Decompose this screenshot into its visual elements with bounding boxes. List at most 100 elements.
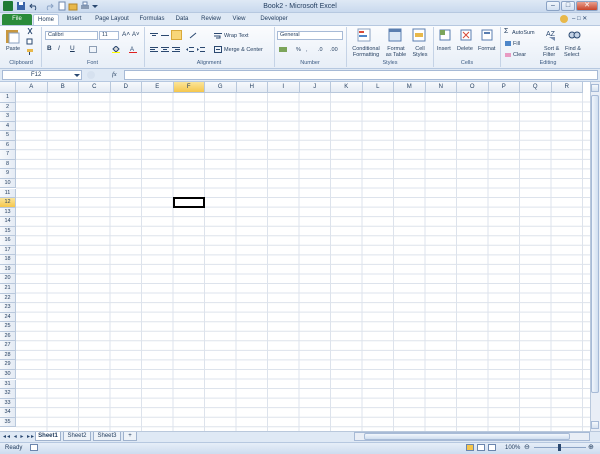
row-header-23[interactable]: 23 <box>0 303 16 313</box>
grow-font-icon[interactable]: A˄ <box>122 31 130 38</box>
name-box[interactable]: F12 <box>2 70 82 80</box>
row-header-17[interactable]: 17 <box>0 245 16 256</box>
column-header-f[interactable]: F <box>173 82 205 93</box>
tab-formulas[interactable]: Formulas <box>136 14 168 25</box>
align-top-icon[interactable] <box>150 32 158 39</box>
align-right-icon[interactable] <box>172 46 180 53</box>
normal-view-icon[interactable] <box>466 444 474 451</box>
autosum-button[interactable]: AutoSum <box>512 30 535 36</box>
format-as-table-icon[interactable] <box>388 28 402 42</box>
minimize-button[interactable]: – <box>546 1 560 11</box>
conditional-formatting-icon[interactable] <box>357 28 371 42</box>
font-family-select[interactable]: Calibri <box>45 31 98 40</box>
comma-style-icon[interactable]: , <box>306 47 308 53</box>
row-header-15[interactable]: 15 <box>0 226 16 237</box>
find-select-label-2[interactable]: Select <box>564 52 579 58</box>
row-header-12[interactable]: 12 <box>0 198 16 208</box>
row-header-28[interactable]: 28 <box>0 350 16 361</box>
sort-filter-label-2[interactable]: Filter <box>543 52 555 58</box>
row-header-21[interactable]: 21 <box>0 284 16 294</box>
autosum-icon[interactable]: Σ <box>504 28 508 35</box>
row-header-22[interactable]: 22 <box>0 293 16 304</box>
column-header-i[interactable]: I <box>268 82 300 93</box>
row-header-13[interactable]: 13 <box>0 207 16 218</box>
row-header-14[interactable]: 14 <box>0 217 16 227</box>
column-header-p[interactable]: P <box>488 82 520 93</box>
conditional-formatting-label-2[interactable]: Formatting <box>348 52 384 58</box>
worksheet-grid[interactable]: ABCDEFGHIJKLMNOPQR 1 2 3 4 5 6 7 8 9 10 11 12 13 14 15… <box>0 82 590 431</box>
row-header-16[interactable]: 16 <box>0 236 16 246</box>
row-header-31[interactable]: 31 <box>0 379 16 390</box>
decrease-indent-icon[interactable] <box>186 46 194 53</box>
formula-input[interactable] <box>124 70 598 80</box>
delete-cells-icon[interactable] <box>460 28 472 42</box>
format-as-table-label-2[interactable]: as Table <box>383 52 409 58</box>
wrap-text-button[interactable]: Wrap Text <box>224 33 249 39</box>
row-header-3[interactable]: 3 <box>0 112 16 122</box>
fill-button[interactable]: Fill <box>513 41 520 47</box>
new-file-icon[interactable] <box>57 1 67 11</box>
sort-filter-icon[interactable]: AZ <box>545 28 559 42</box>
find-select-icon[interactable] <box>567 28 581 42</box>
cell-styles-icon[interactable] <box>412 28 426 42</box>
row-header-5[interactable]: 5 <box>0 131 16 141</box>
tab-file[interactable]: File <box>2 14 32 25</box>
format-cells-icon[interactable] <box>481 28 493 42</box>
row-header-11[interactable]: 11 <box>0 188 16 199</box>
merge-center-icon[interactable] <box>214 46 222 53</box>
increase-decimal-icon[interactable]: .0 <box>318 47 323 53</box>
insert-cells-icon[interactable] <box>439 28 451 42</box>
zoom-in-icon[interactable]: ⊕ <box>588 443 594 452</box>
align-center-icon[interactable] <box>161 46 169 53</box>
tab-view[interactable]: View <box>229 14 249 25</box>
borders-icon[interactable] <box>89 46 97 53</box>
column-header-d[interactable]: D <box>110 82 142 93</box>
decrease-decimal-icon[interactable]: .00 <box>330 47 338 53</box>
excel-app-icon[interactable] <box>3 1 13 11</box>
active-cell-f12[interactable] <box>172 197 205 208</box>
help-icon[interactable] <box>560 15 568 23</box>
row-header-19[interactable]: 19 <box>0 264 16 275</box>
open-folder-icon[interactable] <box>68 1 78 11</box>
cut-icon[interactable] <box>26 28 34 35</box>
row-header-4[interactable]: 4 <box>0 121 16 132</box>
column-header-q[interactable]: Q <box>520 82 552 93</box>
font-color-icon[interactable]: A <box>129 46 137 53</box>
close-button[interactable]: ✕ <box>576 1 598 11</box>
row-header-24[interactable]: 24 <box>0 312 16 323</box>
tab-review[interactable]: Review <box>198 14 224 25</box>
row-header-25[interactable]: 25 <box>0 322 16 332</box>
customize-quick-access-icon[interactable] <box>91 1 101 11</box>
align-left-icon[interactable] <box>150 46 158 53</box>
copy-icon[interactable] <box>26 38 34 45</box>
fill-icon[interactable] <box>504 40 512 47</box>
save-icon[interactable] <box>16 1 26 11</box>
wrap-text-icon[interactable] <box>214 32 222 39</box>
print-icon[interactable] <box>80 1 90 11</box>
column-header-l[interactable]: L <box>362 82 394 93</box>
tab-developer[interactable]: Developer <box>256 14 292 25</box>
increase-indent-icon[interactable] <box>197 46 205 53</box>
sheet-tab-1[interactable]: Sheet1 <box>35 432 61 441</box>
row-header-33[interactable]: 33 <box>0 398 16 409</box>
clear-icon[interactable] <box>504 51 512 58</box>
column-header-m[interactable]: M <box>394 82 426 93</box>
accounting-format-icon[interactable] <box>279 46 287 53</box>
row-header-9[interactable]: 9 <box>0 169 16 179</box>
zoom-out-icon[interactable]: ⊖ <box>524 443 530 452</box>
row-header-30[interactable]: 30 <box>0 369 16 380</box>
paste-icon[interactable] <box>4 28 22 44</box>
row-header-7[interactable]: 7 <box>0 150 16 160</box>
row-header-26[interactable]: 26 <box>0 331 16 342</box>
undo-icon[interactable] <box>29 1 39 11</box>
row-header-18[interactable]: 18 <box>0 255 16 265</box>
macro-record-icon[interactable] <box>30 444 38 451</box>
row-header-10[interactable]: 10 <box>0 178 16 189</box>
maximize-button[interactable]: □ <box>561 1 575 11</box>
page-layout-view-icon[interactable] <box>477 444 485 451</box>
font-size-select[interactable]: 11 <box>99 31 119 40</box>
column-header-c[interactable]: C <box>79 82 111 93</box>
row-header-32[interactable]: 32 <box>0 389 16 399</box>
insert-function-button[interactable]: fx <box>112 71 117 78</box>
row-header-35[interactable]: 35 <box>0 417 16 428</box>
